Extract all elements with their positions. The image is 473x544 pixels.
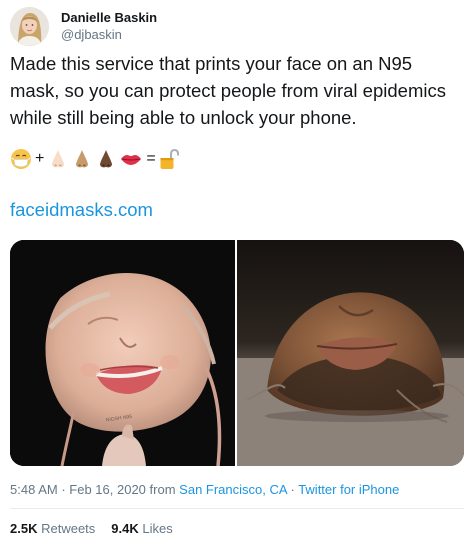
author-names: Danielle Baskin @djbaskin [61, 9, 157, 43]
mask-photo-bearded-man-icon [237, 240, 464, 466]
tweet-source[interactable]: Twitter for iPhone [298, 482, 399, 497]
emoji-equation: + = [10, 145, 179, 173]
tweet-header: Danielle Baskin @djbaskin [10, 5, 463, 47]
tweet-date[interactable]: Feb 16, 2020 [69, 482, 146, 497]
lips-icon [119, 148, 143, 170]
author-handle[interactable]: @djbaskin [61, 26, 157, 43]
avatar[interactable] [10, 6, 49, 46]
retweets-stat[interactable]: 2.5K Retweets [10, 519, 95, 539]
tweet-stats: 2.5K Retweets 9.4K Likes [10, 519, 173, 539]
media-gallery: NIOSH N95 [10, 240, 464, 466]
mask-photo-right[interactable] [237, 240, 464, 466]
tweet-link[interactable]: faceidmasks.com [10, 196, 153, 223]
nose-light-icon [47, 148, 69, 170]
mask-photo-left[interactable]: NIOSH N95 [10, 240, 235, 466]
meta-separator-2: · [290, 482, 295, 497]
nose-dark-icon [95, 148, 117, 170]
plus-sign: + [35, 150, 45, 167]
unlocked-padlock-icon [159, 148, 179, 170]
retweets-count: 2.5K [10, 521, 38, 536]
tweet-time[interactable]: 5:48 AM [10, 482, 58, 497]
likes-label: Likes [142, 521, 173, 536]
likes-stat[interactable]: 9.4K Likes [111, 519, 172, 539]
mask-face-icon [10, 148, 32, 170]
tweet-text: Made this service that prints your face … [10, 53, 446, 128]
from-label: from [149, 482, 176, 497]
tweet-location[interactable]: San Francisco, CA [179, 482, 287, 497]
mask-photo-smiling-woman-icon: NIOSH N95 [10, 240, 235, 466]
meta-separator: · [61, 482, 66, 497]
retweets-label: Retweets [41, 521, 96, 536]
stats-divider [10, 508, 464, 509]
author-display-name[interactable]: Danielle Baskin [61, 9, 157, 26]
nose-medium-icon [71, 148, 93, 170]
tweet-meta: 5:48 AM · Feb 16, 2020 from San Francisc… [10, 480, 399, 500]
likes-count: 9.4K [111, 521, 139, 536]
equals-sign: = [146, 150, 156, 167]
